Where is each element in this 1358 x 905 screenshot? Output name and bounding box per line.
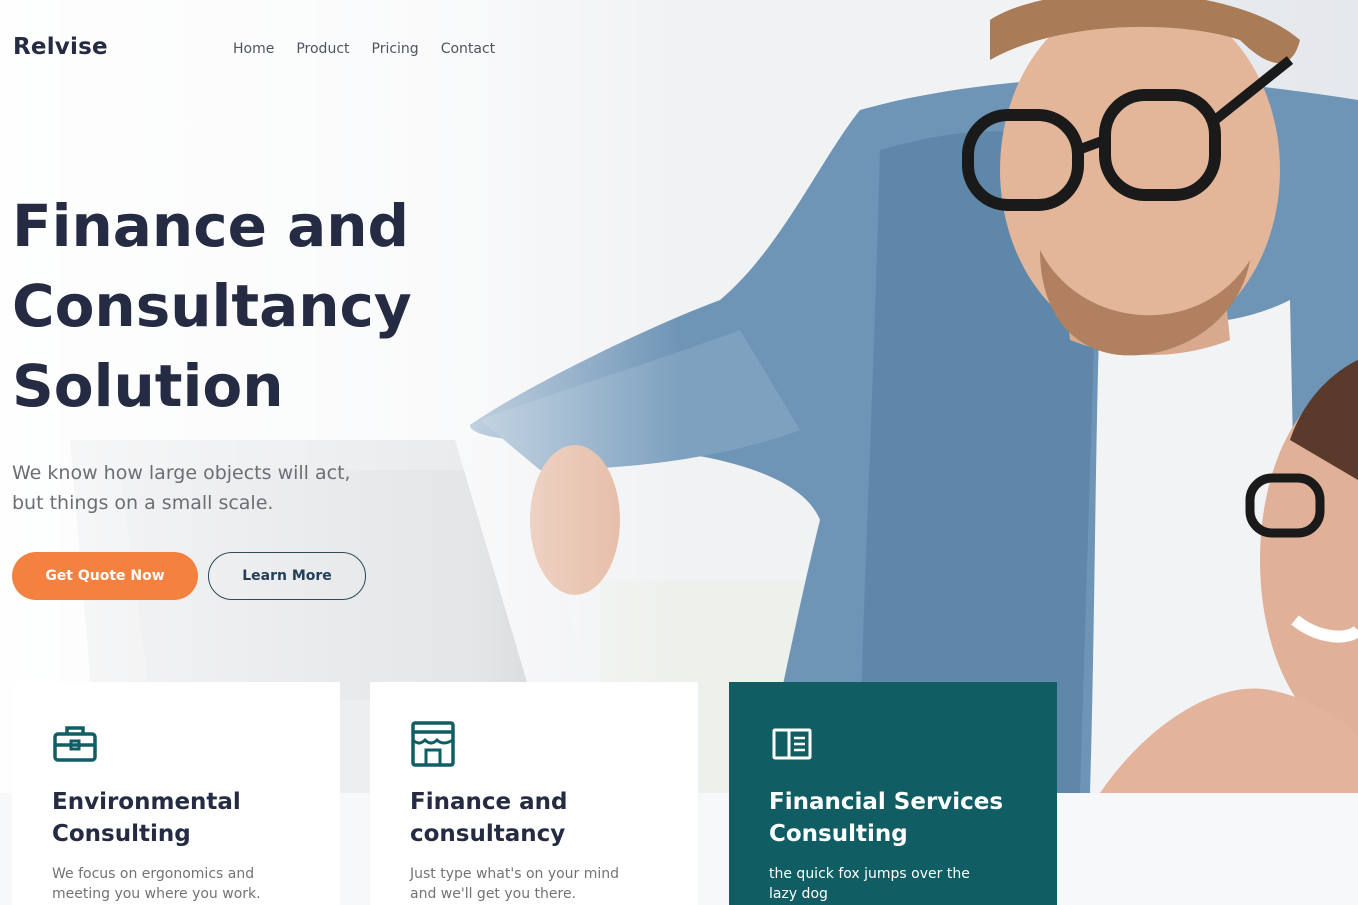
nav-item-product[interactable]: Product	[296, 41, 349, 57]
card-title-line: Financial Services	[769, 789, 1004, 815]
card-text: Just type what's on your mind and we'll …	[410, 864, 650, 904]
card-title: Financial Services Consulting	[769, 786, 1017, 850]
nav-item-contact[interactable]: Contact	[441, 41, 495, 57]
main-nav: Home Product Pricing Contact	[233, 41, 495, 57]
service-card-finance[interactable]: Finance and consultancy Just type what's…	[370, 682, 698, 905]
card-text-line: the quick fox jumps over the	[769, 866, 970, 882]
storefront-icon	[411, 721, 455, 767]
get-quote-button[interactable]: Get Quote Now	[12, 552, 198, 600]
card-title: Finance and consultancy	[410, 786, 658, 850]
hero-subtitle-line: We know how large objects will act,	[12, 462, 351, 484]
hero-title-line: Solution	[12, 352, 284, 420]
hero-title-line: Consultancy	[12, 272, 412, 340]
card-title-line: Environmental	[52, 789, 241, 815]
card-text: the quick fox jumps over the lazy dog	[769, 864, 1009, 904]
hero-subtitle: We know how large objects will act, but …	[12, 458, 412, 518]
card-text-line: lazy dog	[769, 886, 828, 902]
hero-title-line: Finance and	[12, 192, 410, 260]
card-text-line: meeting you where you work.	[52, 886, 261, 902]
card-title-line: Finance and	[410, 789, 568, 815]
card-title: Environmental Consulting	[52, 786, 300, 850]
nav-item-home[interactable]: Home	[233, 41, 274, 57]
learn-more-button[interactable]: Learn More	[208, 552, 366, 600]
card-title-line: Consulting	[769, 821, 908, 847]
card-text-line: and we'll get you there.	[410, 886, 577, 902]
book-open-icon	[772, 728, 812, 760]
nav-item-pricing[interactable]: Pricing	[372, 41, 419, 57]
hero-subtitle-line: but things on a small scale.	[12, 492, 274, 514]
card-text-line: We focus on ergonomics and	[52, 866, 255, 882]
card-title-line: Consulting	[52, 821, 191, 847]
service-card-financial-services[interactable]: Financial Services Consulting the quick …	[729, 682, 1057, 905]
hero-title: Finance and Consultancy Solution	[12, 186, 442, 426]
brand-logo[interactable]: Relvise	[13, 34, 108, 60]
briefcase-icon	[53, 726, 97, 762]
card-text-line: Just type what's on your mind	[410, 866, 620, 882]
service-card-environmental[interactable]: Environmental Consulting We focus on erg…	[12, 682, 340, 905]
card-title-line: consultancy	[410, 821, 566, 847]
card-text: We focus on ergonomics and meeting you w…	[52, 864, 292, 904]
